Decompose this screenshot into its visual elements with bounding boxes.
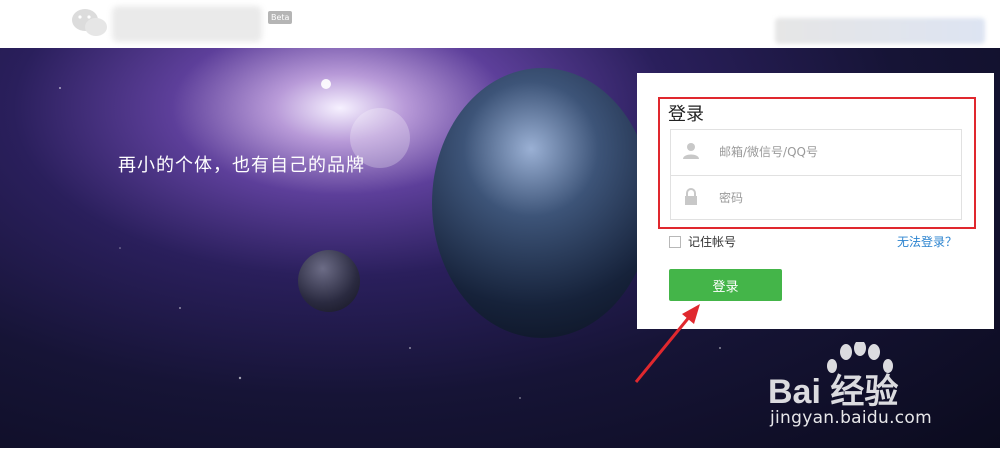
watermark-url: jingyan.baidu.com	[770, 408, 932, 428]
cant-login-link[interactable]: 无法登录？	[897, 233, 957, 250]
beta-badge: Beta	[268, 11, 293, 24]
remember-label: 记住帐号	[688, 235, 737, 249]
planet-large	[432, 68, 652, 338]
top-bar: Beta	[0, 0, 1000, 48]
login-button[interactable]: 登录	[669, 269, 782, 301]
remember-checkbox[interactable]	[669, 235, 681, 248]
blurred-header-info	[775, 18, 985, 44]
planet-small	[298, 250, 360, 312]
wechat-logo-icon	[72, 9, 107, 36]
highlight-annotation-box	[658, 97, 976, 229]
hero-slogan: 再小的个体，也有自己的品牌	[118, 155, 365, 176]
baidu-jingyan-watermark: Bai 经验	[768, 373, 899, 411]
blurred-account-name	[112, 6, 262, 42]
remember-account[interactable]: 记住帐号	[669, 233, 736, 250]
